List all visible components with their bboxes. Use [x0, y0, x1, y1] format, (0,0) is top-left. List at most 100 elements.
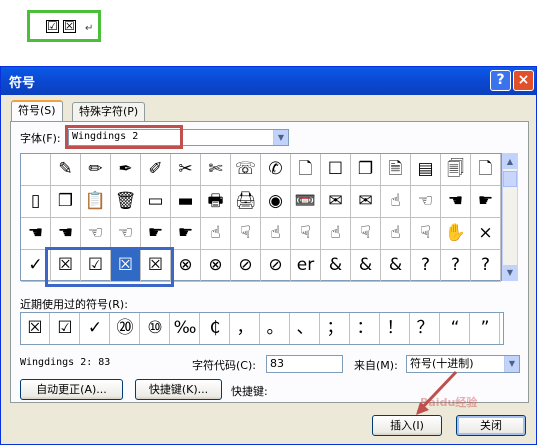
symbol-cell[interactable]: ✄	[201, 154, 231, 186]
symbol-cell[interactable]: ✉	[321, 186, 351, 218]
symbol-cell[interactable]: ✆	[261, 154, 291, 186]
recent-symbol-cell[interactable]: ₵	[201, 313, 230, 344]
symbol-cell[interactable]: ?	[411, 250, 441, 282]
recent-symbol-cell[interactable]: ⑩	[141, 313, 170, 344]
chevron-down-icon[interactable]: ▼	[273, 130, 288, 145]
symbol-cell[interactable]: er	[291, 250, 321, 282]
symbol-cell[interactable]: 🗋	[291, 154, 321, 186]
symbol-cell[interactable]: ✐	[141, 154, 171, 186]
symbol-cell[interactable]: 🗐	[441, 154, 471, 186]
symbol-cell[interactable]: ☛	[171, 218, 201, 250]
symbol-cell[interactable]: 🗋	[471, 154, 501, 186]
recent-symbol-cell[interactable]: ”	[471, 313, 500, 344]
symbol-cell[interactable]: ⊗	[171, 250, 201, 282]
symbol-cell[interactable]: ▭	[141, 186, 171, 218]
symbol-cell[interactable]: ☟	[231, 218, 261, 250]
character-code-label: 字符代码(C):	[192, 359, 256, 372]
symbol-cell[interactable]: ☝	[381, 186, 411, 218]
recent-symbols-row[interactable]: ☒ ☑ ✓ ⑳ ⑩ ‰ ₵，。、；：！？ “”	[20, 312, 504, 345]
symbol-cell[interactable]: ⊘	[231, 250, 261, 282]
symbol-cell[interactable]: ✋	[441, 218, 471, 250]
symbol-cell[interactable]: ◉	[261, 186, 291, 218]
recent-symbol-cell[interactable]: ✓	[81, 313, 110, 344]
shortcut-key-label: 快捷键:	[231, 385, 268, 398]
close-window-button[interactable]: ×	[513, 70, 534, 91]
recent-symbol-cell[interactable]: ：	[351, 313, 380, 344]
recent-symbol-cell[interactable]: ？	[411, 313, 440, 344]
recent-symbol-cell[interactable]: 、	[291, 313, 320, 344]
symbol-cell[interactable]: ☝	[201, 218, 231, 250]
scroll-up-icon[interactable]: ▲	[503, 154, 517, 169]
symbol-cell[interactable]: ☝	[321, 218, 351, 250]
scroll-thumb[interactable]	[503, 171, 517, 187]
chevron-down-icon[interactable]: ▼	[504, 356, 519, 372]
symbol-cell[interactable]: ✏	[81, 154, 111, 186]
recent-symbol-cell[interactable]: ，	[231, 313, 260, 344]
insert-button[interactable]: 插入(I)	[372, 415, 442, 436]
recent-symbol-cell[interactable]: ☒	[21, 313, 50, 344]
title-bar[interactable]: 符号 ? ×	[1, 67, 536, 95]
symbol-cell[interactable]: &	[381, 250, 411, 282]
tab-symbols[interactable]: 符号(S)	[11, 100, 63, 121]
symbol-cell[interactable]: 🖶	[201, 186, 231, 218]
symbol-cell[interactable]: ☟	[291, 218, 321, 250]
recent-symbol-cell[interactable]: ☑	[51, 313, 80, 344]
symbol-cell[interactable]: ☏	[231, 154, 261, 186]
autocorrect-button[interactable]: 自动更正(A)...	[20, 379, 123, 400]
symbol-cell[interactable]: ☛	[141, 218, 171, 250]
symbol-grid-scrollbar[interactable]: ▲ ▼	[502, 153, 518, 281]
recent-symbol-cell[interactable]: 。	[261, 313, 290, 344]
symbol-cell[interactable]: ☐	[321, 154, 351, 186]
shortcut-key-button[interactable]: 快捷键(K)...	[135, 379, 222, 400]
help-button[interactable]: ?	[490, 70, 511, 91]
symbol-cell[interactable]: &	[321, 250, 351, 282]
scroll-down-icon[interactable]: ▼	[503, 265, 517, 280]
symbol-cell[interactable]: ▤	[411, 154, 441, 186]
symbol-cell[interactable]: 🖨	[231, 186, 261, 218]
dialog-title: 符号	[9, 76, 36, 91]
recent-symbol-cell[interactable]: ⑳	[111, 313, 140, 344]
symbol-cell[interactable]: ☝	[381, 218, 411, 250]
symbol-cell[interactable]: ☜	[411, 186, 441, 218]
symbol-cell[interactable]	[21, 154, 51, 186]
symbol-cell[interactable]: ☚	[21, 218, 51, 250]
symbol-cell[interactable]: ❒	[51, 186, 81, 218]
symbol-cell[interactable]: &	[351, 250, 381, 282]
recent-symbol-cell[interactable]: ！	[381, 313, 410, 344]
from-select[interactable]: 符号(十进制) ▼	[406, 355, 520, 373]
close-button[interactable]: 关闭	[456, 415, 526, 436]
from-label: 来自(M):	[354, 359, 398, 372]
symbol-cell[interactable]: ✒	[111, 154, 141, 186]
symbol-cell[interactable]: ☚	[51, 218, 81, 250]
symbol-cell[interactable]: ☛	[471, 186, 501, 218]
recent-symbol-cell[interactable]: “	[441, 313, 470, 344]
recent-symbol-cell[interactable]: ‰	[171, 313, 200, 344]
recent-symbol-cell[interactable]: ；	[321, 313, 350, 344]
symbol-cell[interactable]: ×	[471, 218, 501, 250]
symbol-cell[interactable]: ⊗	[201, 250, 231, 282]
symbol-cell[interactable]: ❐	[351, 154, 381, 186]
symbol-cell[interactable]: ☟	[411, 218, 441, 250]
symbol-cell[interactable]: ✂	[171, 154, 201, 186]
symbol-cell[interactable]: ☟	[351, 218, 381, 250]
symbol-cell[interactable]: ?	[441, 250, 471, 282]
symbol-cell[interactable]: ☜	[81, 218, 111, 250]
character-name: Wingdings 2: 83	[20, 357, 111, 368]
symbol-cell[interactable]: ▯	[21, 186, 51, 218]
tab-special-characters[interactable]: 特殊字符(P)	[72, 102, 146, 121]
symbol-cell[interactable]: ☜	[111, 218, 141, 250]
character-code-input[interactable]: 83	[266, 355, 343, 373]
selection-highlight-annotation	[45, 247, 174, 287]
sample-document-highlight: ☑ ☒ ↵	[27, 10, 101, 42]
symbol-cell[interactable]: ✎	[51, 154, 81, 186]
symbol-cell[interactable]: 🗑	[111, 186, 141, 218]
symbol-cell[interactable]: 📼	[291, 186, 321, 218]
symbol-cell[interactable]: ▬	[171, 186, 201, 218]
symbol-cell[interactable]: ✉	[351, 186, 381, 218]
symbol-cell[interactable]: ⊘	[261, 250, 291, 282]
symbol-cell[interactable]: 🗎	[381, 154, 411, 186]
symbol-cell[interactable]: ☚	[441, 186, 471, 218]
symbol-cell[interactable]: ?	[471, 250, 501, 282]
symbol-cell[interactable]: 📋	[81, 186, 111, 218]
symbol-cell[interactable]: ☝	[261, 218, 291, 250]
